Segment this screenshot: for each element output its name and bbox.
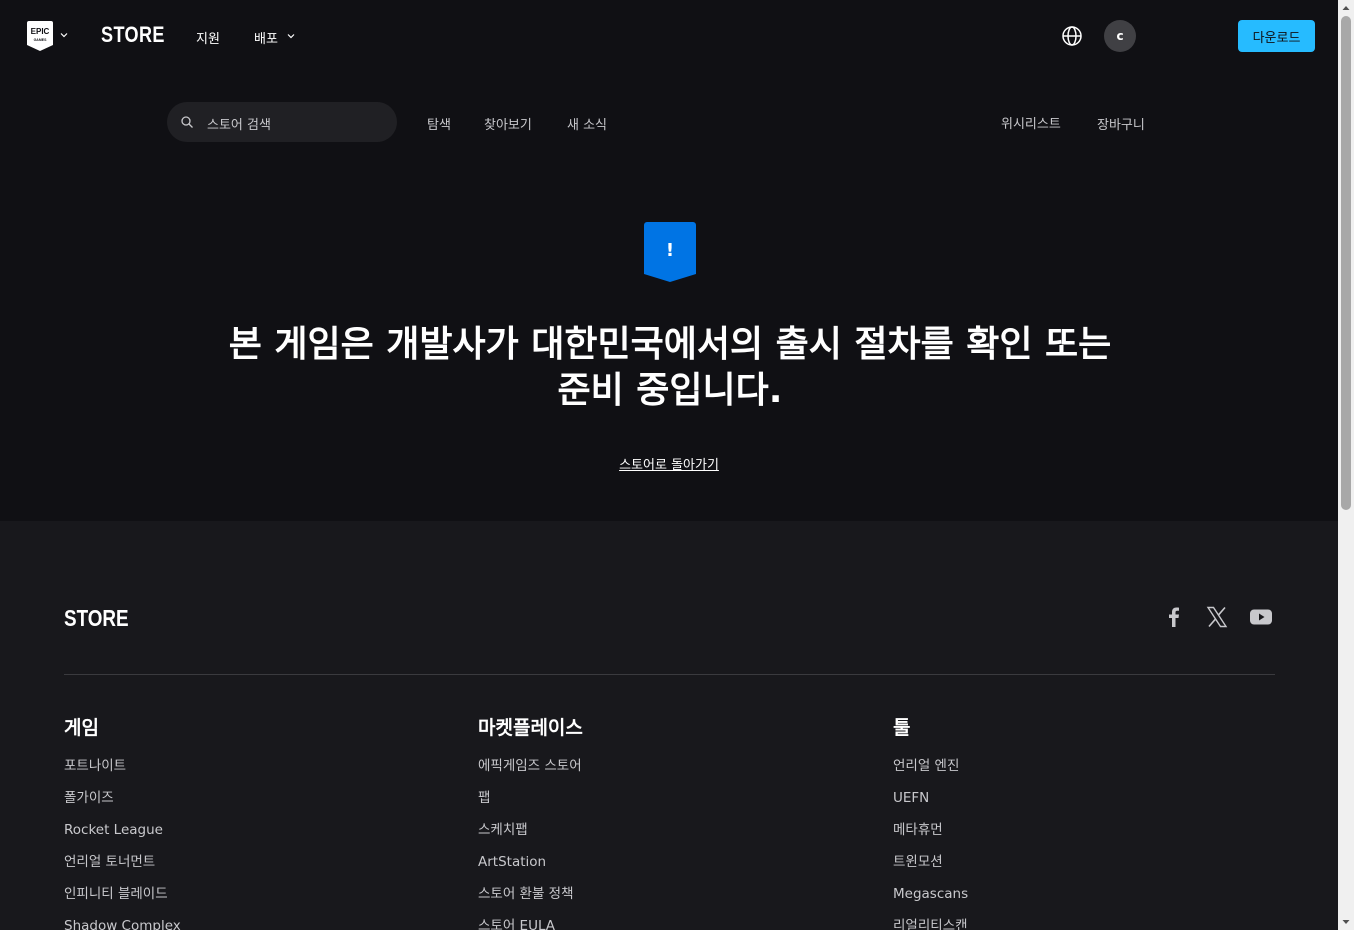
footer-link[interactable]: 메타휴먼 [893, 821, 968, 853]
chevron-down-icon[interactable] [286, 31, 296, 41]
page-title: 본 게임은 개발사가 대한민국에서의 출시 절차를 확인 또는 준비 중입니다. [228, 324, 1112, 411]
search-icon [181, 116, 193, 128]
footer-col-title-marketplaces: 마켓플레이스 [478, 717, 583, 739]
youtube-icon[interactable] [1249, 605, 1273, 629]
scroll-down-arrow-icon[interactable] [1342, 918, 1350, 926]
scroll-thumb[interactable] [1341, 16, 1351, 510]
footer-col-marketplaces: 에픽게임즈 스토어 팹 스케치팹 ArtStation 스토어 환불 정책 스토… [478, 757, 582, 930]
footer-link[interactable]: 트윈모션 [893, 853, 968, 885]
footer-link[interactable]: ArtStation [478, 853, 582, 885]
footer-link[interactable]: UEFN [893, 789, 968, 821]
footer-store-logo[interactable]: STORE [64, 605, 129, 632]
footer-link[interactable]: 에픽게임즈 스토어 [478, 757, 582, 789]
footer-link[interactable]: 스토어 EULA [478, 917, 582, 930]
footer-link[interactable]: 팹 [478, 789, 582, 821]
footer-link[interactable]: 리얼리티스캔 [893, 917, 968, 930]
footer-link[interactable]: Rocket League [64, 821, 181, 853]
footer-col-tools: 언리얼 엔진 UEFN 메타휴먼 트윈모션 Megascans 리얼리티스캔 [893, 757, 968, 930]
footer-link[interactable]: 폴가이즈 [64, 789, 181, 821]
x-icon[interactable] [1205, 605, 1229, 629]
scroll-up-arrow-icon[interactable] [1342, 4, 1350, 12]
download-button[interactable]: 다운로드 [1238, 20, 1315, 52]
footer-link[interactable]: 언리얼 토너먼트 [64, 853, 181, 885]
warning-badge-icon: ! [644, 222, 696, 282]
footer-col-title-tools: 툴 [893, 717, 911, 739]
top-nav: EPIC GAMES STORE 지원 배포 c 다운로드 [0, 0, 1338, 72]
facebook-icon[interactable] [1162, 605, 1186, 629]
chevron-down-icon[interactable] [59, 30, 69, 40]
search-input[interactable]: 스토어 검색 [167, 102, 397, 142]
footer-col-games: 포트나이트 폴가이즈 Rocket League 언리얼 토너먼트 인피니티 블… [64, 757, 181, 930]
svg-text:EPIC: EPIC [31, 27, 50, 36]
svg-text:!: ! [666, 240, 674, 261]
subnav-browse[interactable]: 찾아보기 [484, 114, 532, 133]
store-logo[interactable]: STORE [101, 22, 165, 48]
subnav-discover[interactable]: 탐색 [427, 114, 451, 133]
footer-link[interactable]: 언리얼 엔진 [893, 757, 968, 789]
footer-link[interactable]: 스케치팹 [478, 821, 582, 853]
footer-link[interactable]: 포트나이트 [64, 757, 181, 789]
subnav-wishlist[interactable]: 위시리스트 [1001, 113, 1061, 132]
scrollbar[interactable] [1338, 0, 1354, 930]
search-placeholder: 스토어 검색 [207, 118, 271, 133]
footer: STORE 게임 포트나이트 폴가이즈 Rocket League 언리얼 토너… [0, 521, 1338, 930]
subnav-news[interactable]: 새 소식 [567, 114, 607, 133]
nav-link-distribute[interactable]: 배포 [254, 28, 278, 47]
footer-link[interactable]: 인피니티 블레이드 [64, 885, 181, 917]
footer-col-title-games: 게임 [64, 717, 99, 739]
avatar[interactable]: c [1104, 20, 1136, 52]
subnav-cart[interactable]: 장바구니 [1097, 114, 1145, 133]
back-to-store-link[interactable]: 스토어로 돌아가기 [619, 458, 719, 473]
nav-link-support[interactable]: 지원 [196, 28, 220, 47]
footer-link[interactable]: Megascans [893, 885, 968, 917]
svg-text:GAMES: GAMES [34, 38, 48, 42]
footer-divider [64, 674, 1275, 675]
globe-icon[interactable] [1061, 25, 1083, 47]
footer-link[interactable]: Shadow Complex [64, 917, 181, 930]
epic-games-logo-icon[interactable]: EPIC GAMES [27, 21, 53, 51]
footer-link[interactable]: 스토어 환불 정책 [478, 885, 582, 917]
